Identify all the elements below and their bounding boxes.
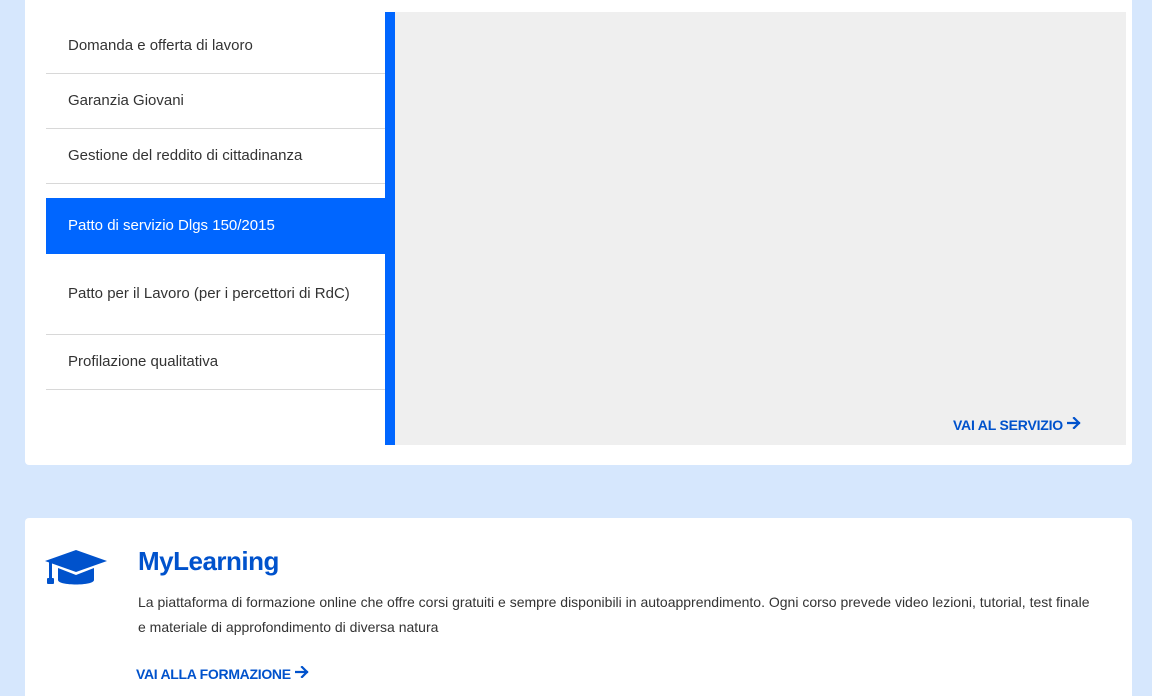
link-label: VAI ALLA FORMAZIONE — [136, 665, 291, 682]
menu-spacer — [46, 184, 410, 198]
mylearning-description: La piattaforma di formazione online che … — [138, 594, 1090, 635]
vai-alla-formazione-link[interactable]: VAI ALLA FORMAZIONE — [136, 665, 309, 682]
graduation-cap-icon — [45, 548, 107, 588]
menu-item-domanda-offerta[interactable]: Domanda e offerta di lavoro — [46, 19, 410, 74]
active-indicator-bar — [385, 12, 395, 445]
menu-item-label: Domanda e offerta di lavoro — [68, 37, 253, 54]
menu-item-label: Patto per il Lavoro (per i percettori di… — [68, 285, 350, 302]
menu-item-profilazione[interactable]: Profilazione qualitativa — [46, 335, 410, 390]
menu-item-label: Patto di servizio Dlgs 150/2015 — [68, 217, 275, 234]
menu-item-label: Gestione del reddito di cittadinanza — [68, 147, 303, 164]
mylearning-title: MyLearning — [138, 546, 279, 576]
mylearning-card: MyLearning La piattaforma di formazione … — [25, 518, 1132, 696]
page: Domanda e offerta di lavoro Garanzia Gio… — [0, 0, 1152, 696]
services-menu: Domanda e offerta di lavoro Garanzia Gio… — [46, 19, 410, 390]
menu-item-label: Garanzia Giovani — [68, 92, 184, 109]
arrow-right-icon — [294, 665, 309, 682]
service-detail-panel: VAI AL SERVIZIO — [395, 12, 1126, 445]
link-label: VAI AL SERVIZIO — [952, 416, 1063, 433]
menu-item-label: Profilazione qualitativa — [68, 353, 219, 370]
vai-al-servizio-link[interactable]: VAI AL SERVIZIO — [953, 416, 1081, 433]
menu-item-patto-servizio[interactable]: Patto di servizio Dlgs 150/2015 — [46, 198, 410, 254]
menu-item-patto-lavoro[interactable]: Patto per il Lavoro (per i percettori di… — [46, 254, 410, 335]
arrow-right-icon — [1066, 416, 1081, 433]
menu-item-garanzia-giovani[interactable]: Garanzia Giovani — [46, 74, 410, 129]
menu-item-reddito-cittadinanza[interactable]: Gestione del reddito di cittadinanza — [46, 129, 410, 184]
